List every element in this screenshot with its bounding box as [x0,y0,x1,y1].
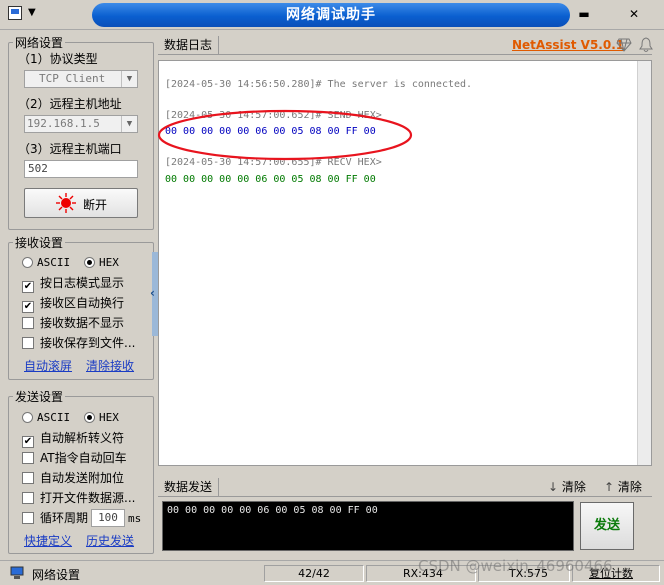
radio-selected-icon [84,412,95,423]
minimize-button[interactable]: ▬ [576,6,592,22]
checkbox-checked-icon: ✔ [22,301,34,313]
recv-hex-label: HEX [99,256,119,269]
highlight-ellipse [157,109,413,161]
history-send-link[interactable]: 历史发送 [86,532,134,549]
checkbox-icon [22,452,34,464]
window-title: 网络调试助手 [92,3,570,27]
send-option-label: 循环周期 [40,511,89,525]
chevron-down-icon[interactable]: ▼ [121,116,137,132]
watermark-text: CSDN @weixin_46960466 [418,557,613,575]
protocol-label: （1）协议类型 [18,52,98,66]
log-tab-divider [158,54,652,55]
clear-receive-link[interactable]: 清除接收 [86,357,134,374]
status-bar: 网络设置 42/42 RX:434 TX:575 复位计数 CSDN @weix… [0,557,664,585]
send-option-label: 自动发送附加位 [40,471,125,485]
send-ascii-radio[interactable]: ASCII [22,409,70,427]
host-value: 192.168.1.5 [27,117,100,130]
send-option-escape[interactable]: ✔ 自动解析转义符 [22,429,125,448]
send-option-label: AT指令自动回车 [40,451,127,465]
recv-option-save-file[interactable]: 接收保存到文件... [22,334,135,352]
recv-option-label: 按日志模式显示 [40,276,125,290]
recv-ascii-radio[interactable]: ASCII [22,254,70,272]
clear-send-label: 清除 [561,480,586,494]
clear-send-button[interactable]: ↓ 清除 [548,478,586,495]
bell-icon[interactable] [639,37,653,53]
send-input[interactable]: 00 00 00 00 00 06 00 05 08 00 FF 00 [162,501,574,551]
disconnect-button[interactable]: 断开 [24,188,138,218]
recv-option-log-mode[interactable]: ✔ 按日志模式显示 [22,274,125,293]
send-settings-legend: 发送设置 [15,390,64,404]
port-label: （3）远程主机端口 [18,142,122,156]
checkbox-icon [22,317,34,329]
recv-option-label: 接收数据不显示 [40,316,125,330]
checkbox-icon [22,492,34,504]
radio-selected-icon [84,257,95,268]
tab-data-log[interactable]: 数据日志 [164,36,220,54]
app-icon[interactable] [8,6,22,20]
protocol-select[interactable]: TCP Client ▼ [24,70,138,88]
protocol-value: TCP Client [39,72,106,85]
clear-arrow-icon: ↓ [548,480,559,494]
recv-hex-radio[interactable]: HEX [84,254,119,272]
connection-status-icon [56,193,76,213]
tab-data-send[interactable]: 数据发送 [164,478,220,496]
checkbox-checked-icon: ✔ [22,436,34,448]
cycle-period-input[interactable]: 100 [91,509,125,527]
chevron-down-icon[interactable]: ▼ [121,71,137,87]
send-button[interactable]: 发送 [580,502,634,550]
send-option-label: 打开文件数据源... [40,491,136,505]
send-option-at-cr[interactable]: AT指令自动回车 [22,449,127,467]
recv-option-hide-data[interactable]: 接收数据不显示 [22,314,124,332]
collapse-chevron-icon[interactable]: ‹ [150,286,155,300]
recv-ascii-label: ASCII [37,256,71,269]
receive-settings-legend: 接收设置 [15,236,64,250]
recv-option-label: 接收区自动换行 [40,296,125,310]
send-ascii-label: ASCII [37,411,71,424]
recv-option-auto-wrap[interactable]: ✔ 接收区自动换行 [22,294,125,313]
checkbox-icon [22,337,34,349]
shortcut-define-link[interactable]: 快捷定义 [24,532,72,549]
netassist-brand-link[interactable]: NetAssist V5.0.1 [512,38,624,52]
send-tab-divider [158,496,652,497]
recv-option-label: 接收保存到文件... [40,336,136,350]
disconnect-label: 断开 [83,198,108,212]
network-settings-legend: 网络设置 [15,36,64,50]
send-option-append-bits[interactable]: 自动发送附加位 [22,469,124,487]
checkbox-icon [22,472,34,484]
checkbox-icon [22,512,34,524]
radio-icon [22,257,33,268]
clear-up-arrow-icon: ↑ [604,480,615,494]
status-counter: 42/42 [264,565,364,582]
log-line: [2024-05-30 14:56:50.280]# The server is… [165,79,473,90]
log-line-recv-data: 00 00 00 00 00 06 00 05 08 00 FF 00 [165,174,376,185]
send-hex-label: HEX [99,411,119,424]
clear-history-label: 清除 [617,480,642,494]
radio-icon [22,412,33,423]
close-button[interactable]: ✕ [626,6,642,22]
send-hex-radio[interactable]: HEX [84,409,119,427]
clear-history-button[interactable]: ↑ 清除 [604,478,642,495]
host-label: （2）远程主机地址 [18,97,122,111]
title-bar: ▼ 网络调试助手 ▬ ✕ [0,0,664,30]
send-option-file-source[interactable]: 打开文件数据源... [22,489,135,507]
diamond-icon[interactable] [616,38,632,52]
send-option-label: 自动解析转义符 [40,431,125,445]
cycle-unit-label: ms [128,512,142,525]
send-option-cycle[interactable]: 循环周期 [22,509,88,527]
auto-scroll-link[interactable]: 自动滚屏 [24,357,72,374]
status-label: 网络设置 [32,568,81,582]
system-menu-chevron-icon[interactable]: ▼ [28,7,36,18]
log-scrollbar[interactable] [637,61,651,465]
host-select[interactable]: 192.168.1.5 ▼ [24,115,138,133]
port-input[interactable]: 502 [24,160,138,178]
network-status-icon [10,566,24,579]
checkbox-checked-icon: ✔ [22,281,34,293]
data-log-area[interactable]: [2024-05-30 14:56:50.280]# The server is… [157,60,652,466]
